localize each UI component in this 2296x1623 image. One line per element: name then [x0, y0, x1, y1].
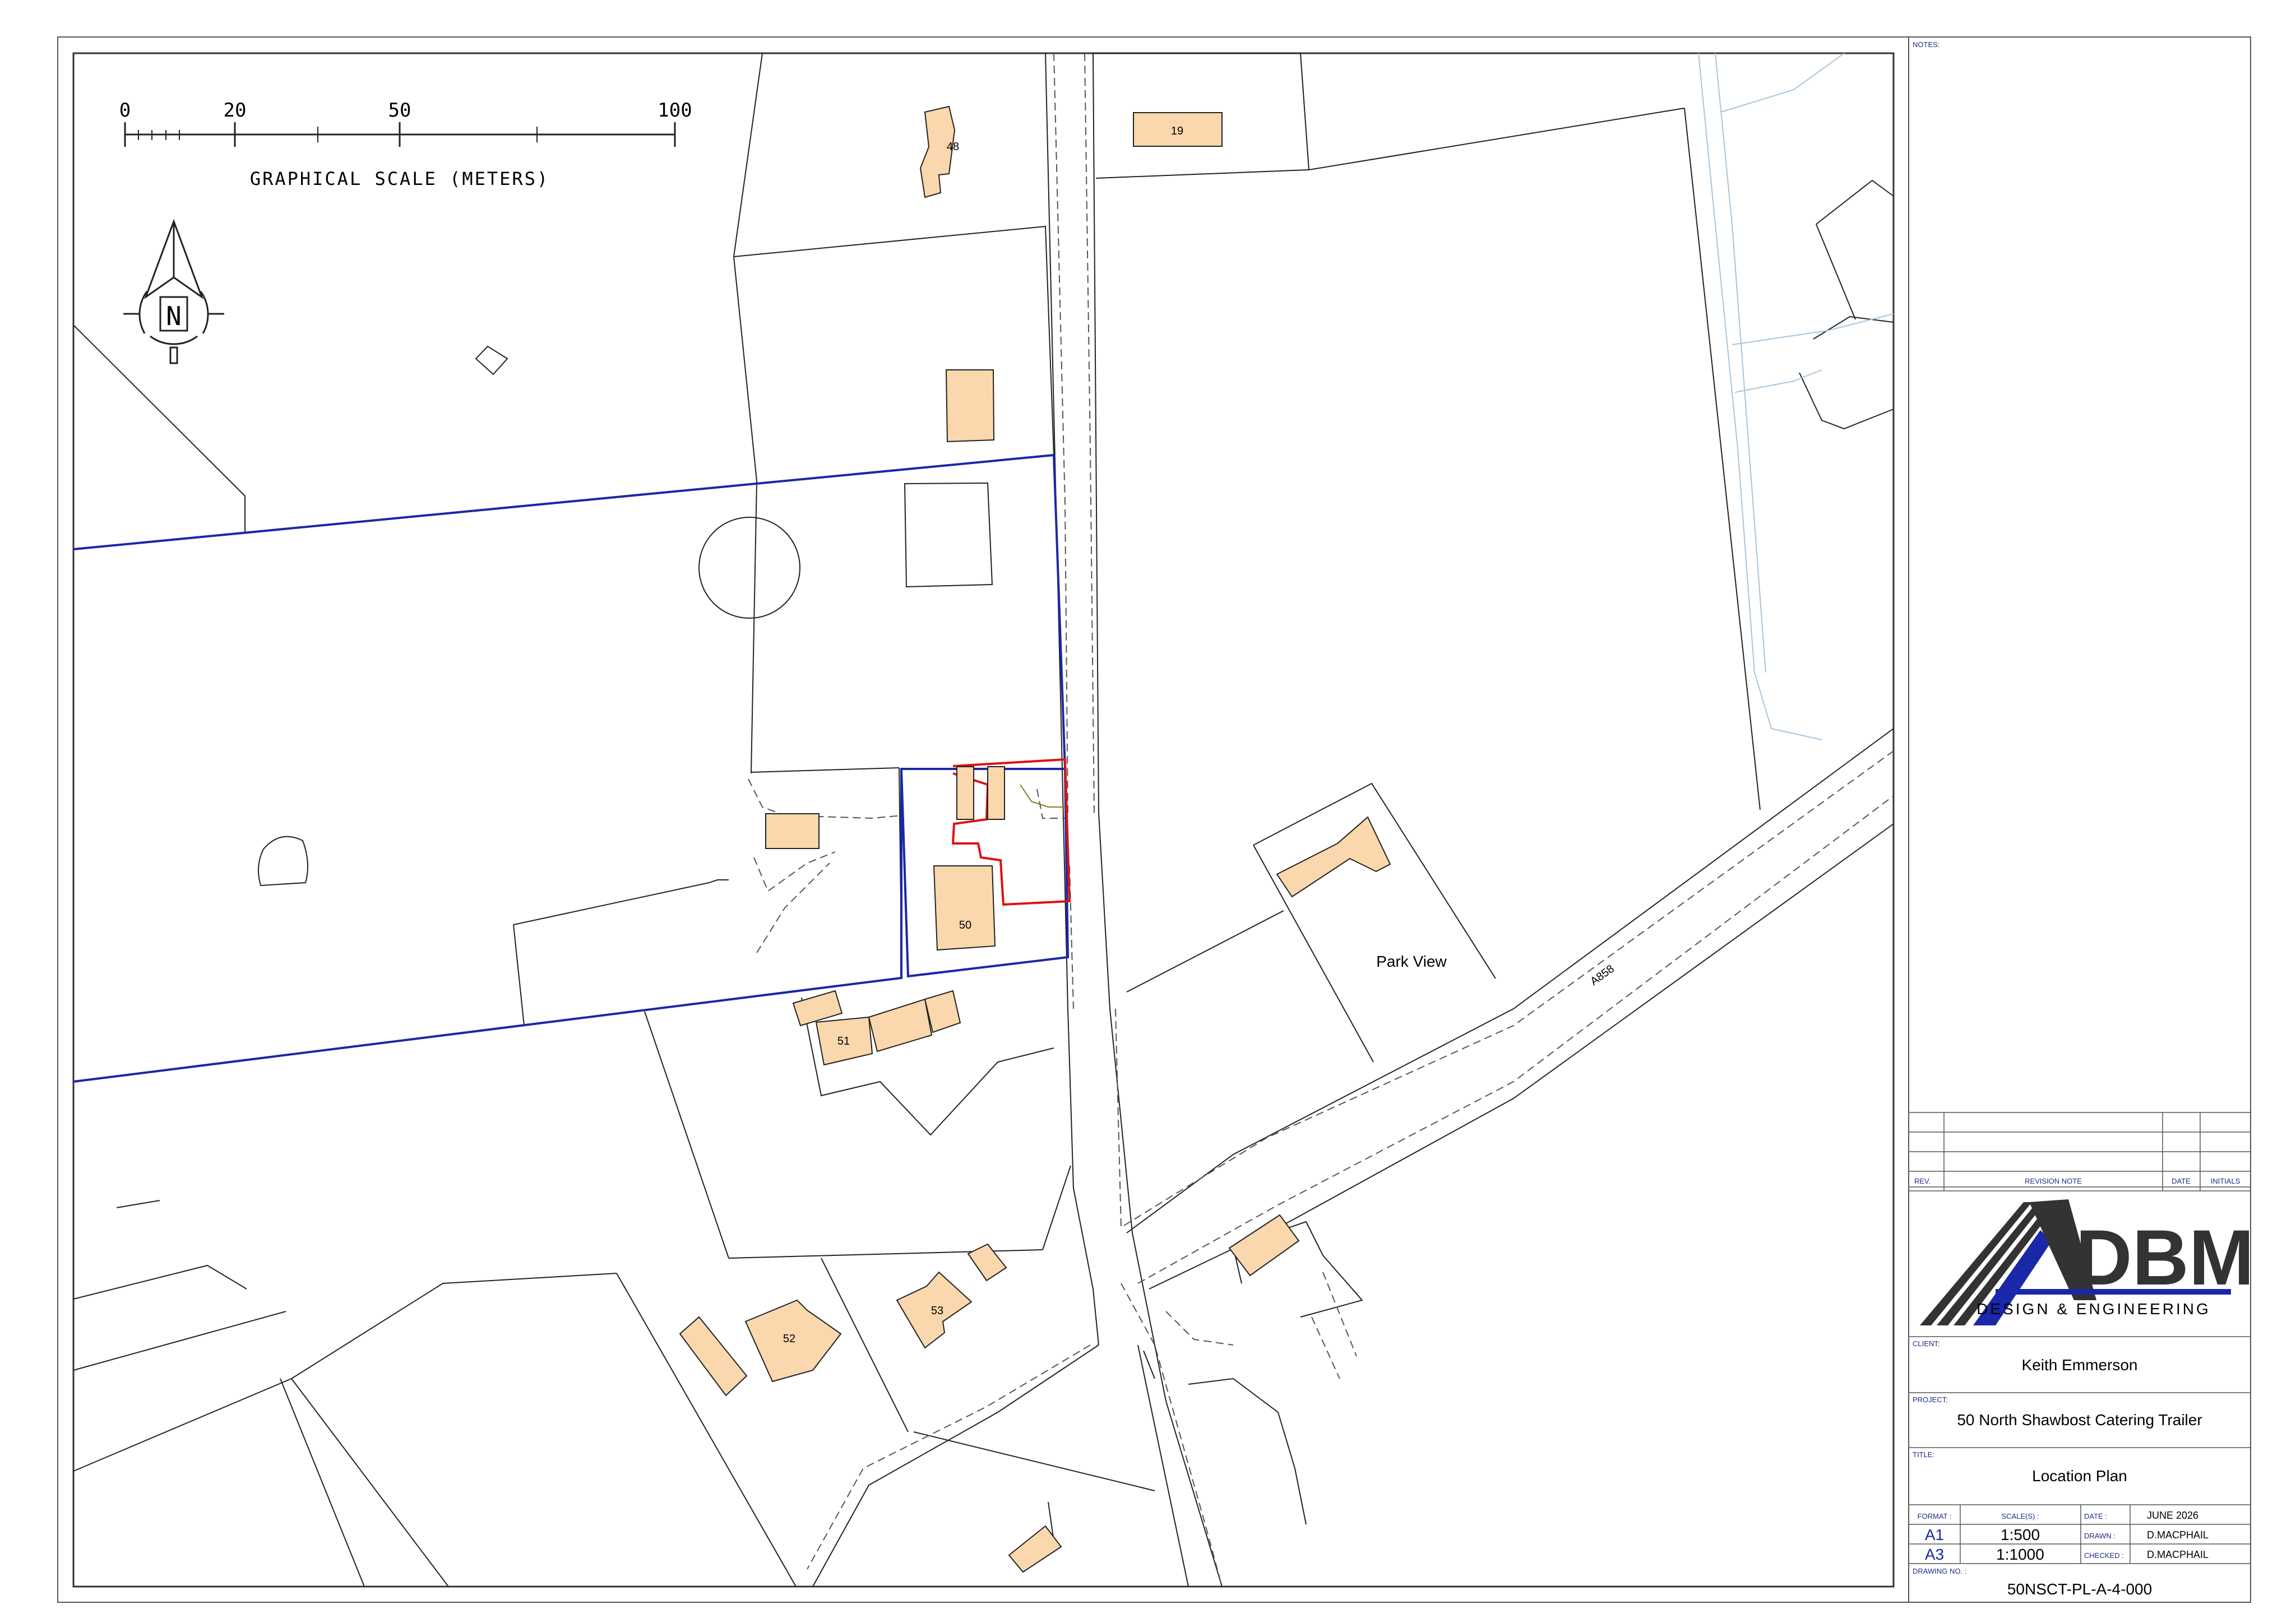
checked-label: CHECKED : — [2084, 1551, 2124, 1560]
scale-a1: 1:500 — [2001, 1526, 2040, 1543]
roundabout-circle — [698, 517, 800, 619]
building-north-plot — [945, 369, 995, 443]
format-label: FORMAT : — [1918, 1512, 1952, 1520]
buildings — [679, 105, 1391, 1573]
title-label: TITLE: — [1913, 1450, 1934, 1459]
checked-value: D.MACPHAIL — [2147, 1549, 2209, 1560]
drawing-no-label: DRAWING NO. : — [1913, 1567, 1966, 1575]
shed-outline — [904, 482, 993, 588]
date-value: JUNE 2026 — [2147, 1510, 2198, 1521]
building-53-small — [967, 1243, 1007, 1282]
field-mark — [116, 1200, 160, 1208]
initials-header: INITIALS — [2211, 1177, 2241, 1185]
label-house-53: 53 — [931, 1305, 943, 1317]
label-house-51: 51 — [837, 1035, 850, 1047]
rev-header: REV. — [1914, 1177, 1931, 1185]
scale-tick-50: 50 — [388, 99, 411, 122]
pond-shape — [258, 836, 308, 887]
project-label: PROJECT: — [1913, 1395, 1948, 1404]
building-west-yard — [765, 813, 820, 849]
location-plan-sheet: 48 19 50 51 52 53 Park View A858 0 20 50… — [57, 36, 2255, 1603]
building-52-a — [679, 1316, 748, 1397]
building-50 — [933, 865, 996, 951]
logo-brand: DBM — [2076, 1213, 2255, 1301]
format-a1: A1 — [1925, 1526, 1944, 1543]
label-road: A858 — [1588, 963, 1617, 988]
client-name: Keith Emmerson — [2022, 1356, 2138, 1374]
logo-tagline: DESIGN & ENGINEERING — [1976, 1300, 2211, 1318]
building-site-2 — [987, 766, 1005, 820]
client-label: CLIENT: — [1913, 1339, 1939, 1348]
building-park-view — [1276, 816, 1391, 898]
north-arrow-letter: N — [166, 301, 182, 331]
building-south — [1008, 1525, 1062, 1573]
scales-label: SCALE(S) : — [2001, 1512, 2039, 1520]
date-label: DATE : — [2084, 1512, 2107, 1520]
scale-tick-100: 100 — [658, 99, 692, 122]
drawn-value: D.MACPHAIL — [2147, 1529, 2209, 1541]
title-block: NOTES: REV. REVISION NOTE DATE INITIALS … — [1908, 37, 2255, 1602]
label-house-19: 19 — [1171, 125, 1183, 137]
road-dashed-edges — [748, 53, 1894, 1587]
drawn-label: DRAWN : — [2084, 1532, 2116, 1540]
sheet-border — [57, 36, 2251, 1603]
building-site-1 — [956, 766, 974, 820]
label-house-48: 48 — [947, 141, 959, 153]
revision-note-header: REVISION NOTE — [2025, 1177, 2082, 1185]
stream — [1698, 53, 1894, 740]
label-house-50: 50 — [959, 919, 971, 931]
scale-bar: 0 20 50 100 GRAPHICAL SCALE (METERS) — [119, 99, 692, 189]
building-south-east — [1228, 1214, 1300, 1277]
scale-tick-0: 0 — [119, 99, 131, 122]
format-a3: A3 — [1925, 1546, 1944, 1563]
scale-title: GRAPHICAL SCALE (METERS) — [250, 168, 549, 189]
map-area: 48 19 50 51 52 53 Park View A858 — [73, 53, 1894, 1587]
drawing-title: Location Plan — [2032, 1467, 2127, 1485]
building-51-c — [868, 998, 933, 1052]
ownership-boundary — [73, 453, 1070, 1083]
scale-tick-20: 20 — [224, 99, 247, 122]
notes-label: NOTES: — [1913, 40, 1939, 49]
label-house-52: 52 — [783, 1333, 795, 1345]
label-park-view: Park View — [1376, 953, 1447, 970]
drawing-number: 50NSCT-PL-A-4-000 — [2007, 1580, 2152, 1598]
date-header: DATE — [2172, 1177, 2191, 1185]
project-name: 50 North Shawbost Catering Trailer — [1957, 1411, 2202, 1429]
scale-a3: 1:1000 — [1996, 1546, 2044, 1563]
outbuilding-small — [475, 345, 508, 375]
north-arrow-icon — [123, 219, 224, 364]
site-access-line — [1020, 784, 1065, 808]
